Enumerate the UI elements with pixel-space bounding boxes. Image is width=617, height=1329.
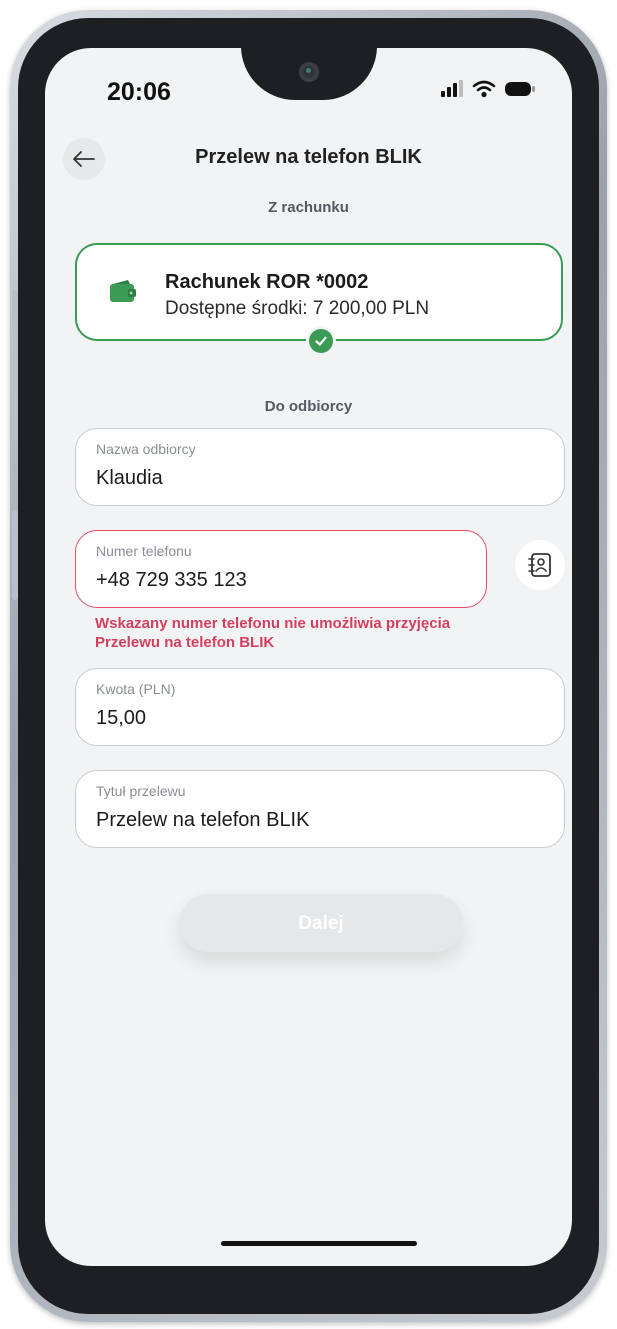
amount-value[interactable]: 15,00: [96, 707, 146, 730]
selected-check-icon: [309, 329, 333, 353]
to-recipient-label: Do odbiorcy: [264, 398, 353, 415]
recipient-name-label: Nazwa odbiorcy: [96, 441, 196, 457]
from-account-label: Z rachunku: [268, 199, 349, 216]
amount-label: Kwota (PLN): [96, 681, 176, 697]
status-time: 20:06: [107, 78, 171, 106]
transfer-title-value[interactable]: Przelew na telefon BLIK: [96, 809, 309, 832]
signal-icon: [441, 80, 463, 97]
transfer-title-field[interactable]: Tytuł przelewu Przelew na telefon BLIK: [75, 770, 565, 848]
wifi-icon: [472, 80, 496, 98]
available-funds: Dostępne środki: 7 200,00 PLN: [165, 298, 430, 319]
transfer-title-label: Tytuł przelewu: [96, 783, 186, 799]
screen: 20:06 Przelew na telefon BLIK Z rachunku: [45, 48, 572, 1266]
phone-number-label: Numer telefonu: [96, 543, 192, 559]
account-card[interactable]: Rachunek ROR *0002 Dostępne środki: 7 20…: [75, 243, 563, 353]
next-button[interactable]: Dalej: [179, 894, 463, 952]
amount-field[interactable]: Kwota (PLN) 15,00: [75, 668, 565, 746]
phone-error-message: Wskazany numer telefonu nie umożliwia pr…: [95, 615, 451, 651]
phone-number-field[interactable]: Numer telefonu +48 729 335 123: [75, 530, 487, 608]
contacts-button[interactable]: [515, 540, 565, 590]
status-icons: [440, 80, 536, 98]
notch: [240, 48, 377, 100]
contact-book-icon: [528, 553, 551, 577]
account-name: Rachunek ROR *0002: [165, 271, 369, 293]
home-indicator[interactable]: [221, 1241, 417, 1246]
recipient-name-field[interactable]: Nazwa odbiorcy Klaudia: [75, 428, 565, 506]
battery-icon: [505, 82, 535, 96]
wallet-icon: [110, 280, 136, 302]
recipient-name-value[interactable]: Klaudia: [96, 467, 163, 490]
page-title: Przelew na telefon BLIK: [195, 146, 422, 168]
front-camera: [298, 62, 319, 82]
phone-number-value[interactable]: +48 729 335 123: [96, 569, 247, 592]
header: Przelew na telefon BLIK: [45, 138, 572, 180]
